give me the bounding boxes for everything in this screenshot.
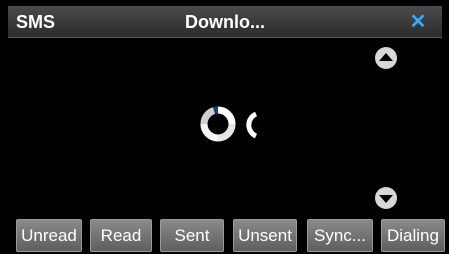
scroll-up-button[interactable]	[374, 46, 398, 70]
loading-spinner-icon	[196, 102, 262, 146]
tab-unsent[interactable]: Unsent	[233, 219, 297, 252]
tab-sync[interactable]: Sync...	[307, 219, 373, 252]
tab-dialing[interactable]: Dialing	[381, 219, 445, 252]
close-icon[interactable]: ✕	[408, 10, 428, 34]
chevron-down-icon	[375, 187, 397, 209]
title-bar: SMS Downlo... ✕	[8, 6, 442, 38]
tab-sent[interactable]: Sent	[160, 219, 224, 252]
sms-screen: SMS Downlo... ✕ Unread Read Sent Unsent …	[0, 0, 449, 254]
tab-bar: Unread Read Sent Unsent Sync... Dialing	[0, 219, 449, 254]
chevron-up-icon	[375, 47, 397, 69]
page-title: Downlo...	[185, 12, 265, 32]
tab-read[interactable]: Read	[90, 219, 152, 252]
scroll-down-button[interactable]	[374, 186, 398, 210]
tab-unread[interactable]: Unread	[16, 219, 82, 252]
